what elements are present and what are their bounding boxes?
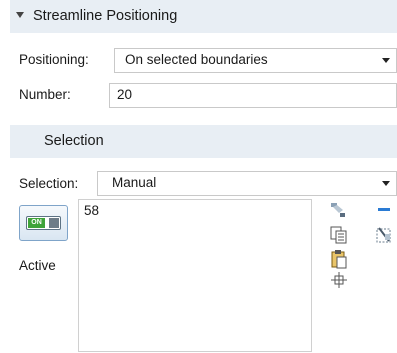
toggle-switch: ON [26,216,61,230]
chevron-down-icon [382,181,390,186]
clear-selection-icon[interactable] [375,226,393,244]
paint-selection-icon[interactable] [330,202,346,218]
active-toggle-button[interactable]: ON [19,205,68,241]
toggle-knob [49,218,59,228]
number-label: Number: [19,87,71,102]
positioning-dropdown[interactable]: On selected boundaries [114,48,397,73]
copy-list-icon[interactable] [330,226,348,244]
selection-list[interactable]: 58 [78,199,312,352]
list-item[interactable]: 58 [84,203,99,218]
zoom-to-selection-icon[interactable] [331,272,347,288]
chevron-down-icon [382,58,390,63]
on-badge: ON [28,218,45,228]
collapse-caret-icon[interactable] [16,12,24,18]
number-input[interactable]: 20 [109,83,397,108]
positioning-value: On selected boundaries [125,52,268,67]
positioning-label: Positioning: [19,52,89,67]
remove-icon[interactable] [377,203,391,217]
active-label: Active [19,258,56,273]
selection-dropdown[interactable]: Manual [97,171,397,196]
selection-section-header[interactable]: Selection [10,125,397,158]
paste-icon[interactable] [330,249,348,269]
section-title: Selection [44,133,104,149]
selection-label: Selection: [19,176,79,191]
section-title: Streamline Positioning [33,8,178,24]
selection-value: Manual [112,175,157,190]
streamline-positioning-section-header[interactable]: Streamline Positioning [10,0,397,33]
number-value: 20 [117,87,133,102]
